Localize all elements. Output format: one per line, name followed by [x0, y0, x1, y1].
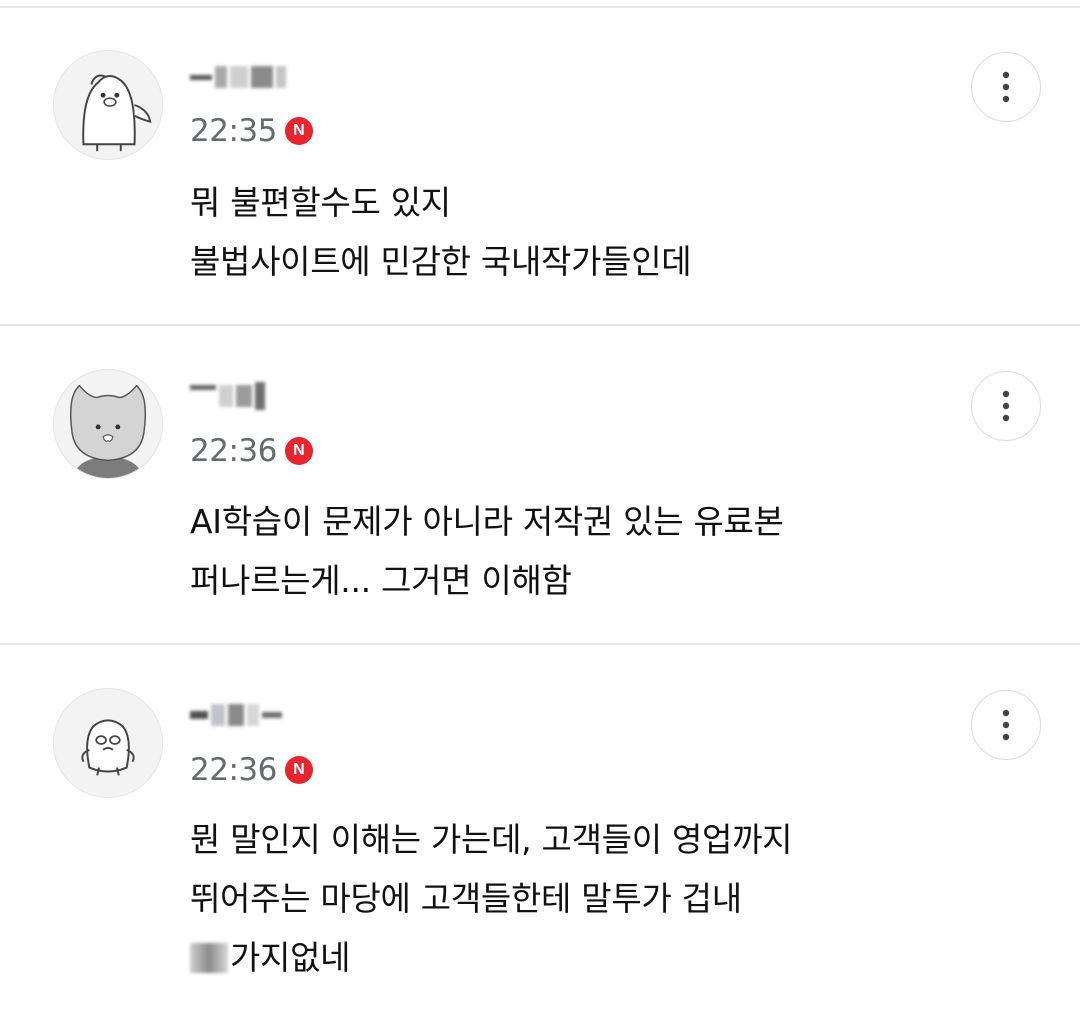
cat-avatar-icon[interactable] — [53, 369, 163, 479]
comment-line: 가지없네 — [230, 938, 351, 977]
timestamp-row: 22:35 N — [190, 111, 313, 151]
comment-line: 퍼나르는게... 그거면 이해함 — [190, 561, 572, 600]
nickname-redacted — [190, 700, 282, 730]
comment-time: 22:36 — [190, 752, 277, 788]
more-options-button[interactable] — [971, 371, 1041, 441]
comment-body: 뭐 불편할수도 있지 불법사이트에 민감한 국내작가들인데 — [190, 173, 692, 291]
timestamp-row: 22:36 N — [190, 431, 313, 471]
more-vertical-icon — [1002, 71, 1010, 103]
nickname-redacted — [190, 381, 265, 411]
more-vertical-icon — [1002, 390, 1010, 422]
new-badge: N — [284, 437, 313, 465]
comment-time: 22:36 — [190, 433, 277, 469]
new-badge: N — [284, 117, 313, 145]
nickname-redacted — [190, 62, 286, 92]
more-vertical-icon — [1002, 709, 1010, 741]
new-badge: N — [284, 756, 313, 784]
divider — [0, 324, 1080, 326]
comment-line: 불법사이트에 민감한 국내작가들인데 — [190, 242, 692, 281]
comment-line: 뭐 불편할수도 있지 — [190, 183, 451, 222]
comment-feed: 22:35 N 뭐 불편할수도 있지 불법사이트에 민감한 국내작가들인데 22… — [0, 0, 1080, 1010]
comment-body: AI학습이 문제가 아니라 저작권 있는 유료본 퍼나르는게... 그거면 이해… — [190, 492, 784, 610]
divider — [0, 643, 1080, 645]
divider — [0, 6, 1080, 8]
timestamp-row: 22:36 N — [190, 750, 313, 790]
penguin-avatar-icon[interactable] — [53, 50, 163, 160]
comment-line: 뛰어주는 마당에 고객들한테 말투가 겁내 — [190, 879, 742, 918]
more-options-button[interactable] — [971, 52, 1041, 122]
comment-body: 뭔 말인지 이해는 가는데, 고객들이 영업까지 뛰어주는 마당에 고객들한테 … — [190, 810, 793, 987]
comment-line: AI학습이 문제가 아니라 저작권 있는 유료본 — [190, 502, 784, 541]
blob-avatar-icon[interactable] — [53, 688, 163, 798]
redacted-word — [190, 943, 228, 973]
more-options-button[interactable] — [971, 690, 1041, 760]
comment-line: 뭔 말인지 이해는 가는데, 고객들이 영업까지 — [190, 820, 793, 859]
comment-time: 22:35 — [190, 113, 277, 149]
